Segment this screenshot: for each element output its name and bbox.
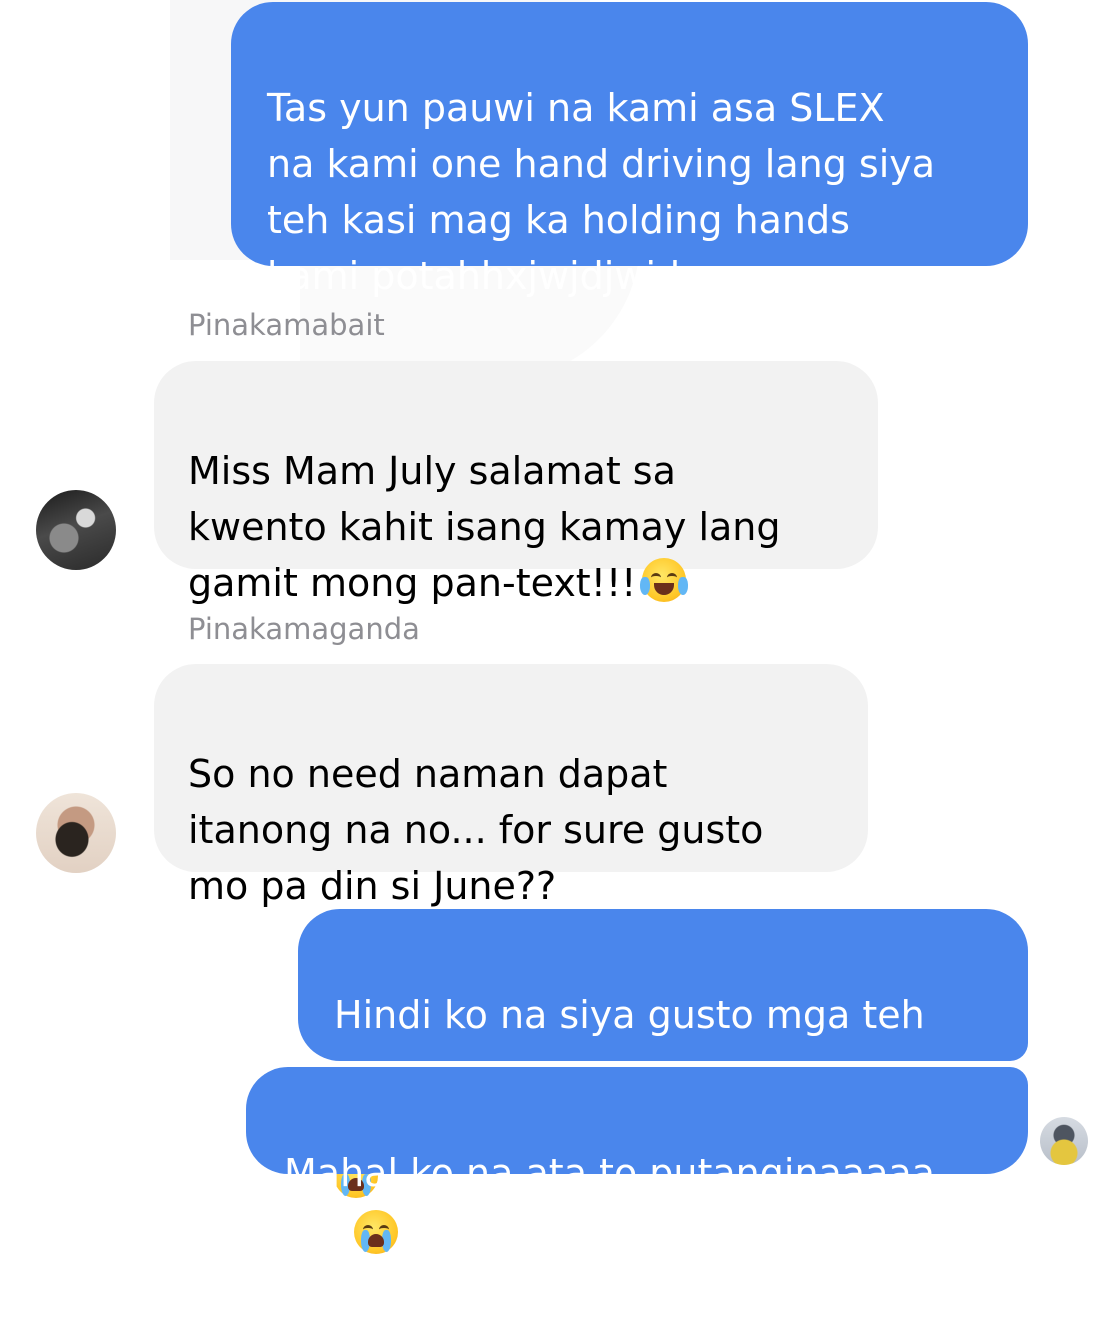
message-text: So no need naman dapat itanong na no... … [188, 752, 764, 908]
tears-of-joy-emoji-icon [640, 558, 689, 602]
message-bubble-outgoing[interactable]: Mahal ko na ata to putanginaaaaa [246, 1067, 1028, 1195]
message-bubble-outgoing[interactable]: Hindi ko na siya gusto mga teh [298, 909, 1028, 1254]
loudly-crying-emoji-icon [354, 1210, 398, 1254]
message-bubble-incoming[interactable]: Miss Mam July salamat sa kwento kahit is… [154, 361, 878, 605]
sender-name: Pinakamabait [188, 308, 385, 342]
message-text: Tas yun pauwi na kami asa SLEX na kami o… [267, 86, 936, 298]
message-bubble-outgoing[interactable]: Tas yun pauwi na kami asa SLEX na kami o… [231, 2, 1028, 298]
avatar[interactable] [36, 793, 116, 873]
own-avatar[interactable] [1040, 1117, 1088, 1165]
message-bubble-incoming[interactable]: So no need naman dapat itanong na no... … [154, 664, 868, 908]
avatar[interactable] [36, 490, 116, 570]
message-text: Miss Mam July salamat sa kwento kahit is… [188, 449, 781, 605]
message-text: Mahal ko na ata to putanginaaaaa [284, 1151, 935, 1195]
sender-name: Pinakamaganda [188, 612, 420, 646]
message-text: Hindi ko na siya gusto mga teh [334, 993, 925, 1037]
